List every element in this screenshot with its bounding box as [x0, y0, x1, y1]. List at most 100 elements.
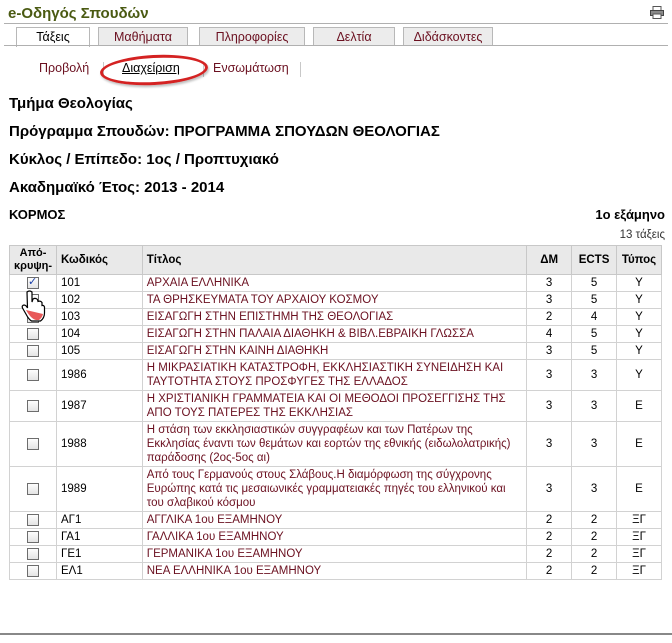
course-code: ΓΑ1 — [56, 528, 143, 546]
course-dm: 2 — [526, 562, 573, 580]
course-title: ΕΙΣΑΓΩΓΗ ΣΤΗΝ ΚΑΙΝΗ ΔΙΑΘΗΚΗ — [141, 342, 528, 360]
tab-information[interactable]: Πληροφορίες — [199, 27, 305, 46]
col-ects-header[interactable]: ECTS — [571, 245, 617, 275]
course-title-link[interactable]: Η ΧΡΙΣΤΙΑΝΙΚΗ ΓΡΑΜΜΑΤΕΙΑ ΚΑΙ ΟΙ ΜΕΘΟΔΟΙ … — [147, 393, 506, 419]
tab-courses[interactable]: Μαθήματα — [98, 27, 188, 46]
course-ects: 3 — [571, 466, 617, 512]
hide-checkbox-cell — [8, 545, 58, 563]
course-title-link[interactable]: ΕΙΣΑΓΩΓΗ ΣΤΗΝ ΚΑΙΝΗ ΔΙΑΘΗΚΗ — [147, 345, 329, 357]
col-dm-header[interactable]: ΔΜ — [526, 245, 573, 275]
course-title-link[interactable]: ΤΑ ΘΡΗΣΚΕΥΜΑΤΑ ΤΟΥ ΑΡΧΑΙΟΥ ΚΟΣΜΟΥ — [147, 294, 379, 306]
course-type: Υ — [616, 359, 662, 391]
course-type: ΞΓ — [616, 528, 662, 546]
col-hide-header: Από-κρυψη- — [8, 245, 58, 275]
course-title: Από τους Γερμανούς στους Σλάβους.Η διαμό… — [141, 466, 528, 512]
hide-checkbox-cell — [8, 342, 58, 360]
col-type-header[interactable]: Τύπος — [616, 245, 662, 275]
course-type: Ε — [616, 390, 662, 422]
section-title: ΚΟΡΜΟΣ — [9, 207, 66, 222]
course-code: ΑΓ1 — [56, 511, 143, 529]
course-title: ΑΓΓΛΙΚΑ 1ου ΕΞΑΜΗΝΟΥ — [141, 511, 528, 529]
course-ects: 2 — [571, 562, 617, 580]
tab-classes[interactable]: Τάξεις — [16, 27, 90, 47]
course-dm: 3 — [526, 390, 573, 422]
course-type: ΞΓ — [616, 562, 662, 580]
hide-checkbox-cell — [8, 421, 58, 467]
hide-checkbox[interactable] — [27, 437, 39, 450]
table-header-row: Από-κρυψη- Κωδικός Τίτλος ΔΜ ECTS Τύπος — [8, 245, 662, 275]
col-code-header[interactable]: Κωδικός — [56, 245, 143, 275]
cycle-heading: Κύκλος / Επίπεδο: 1ος / Προπτυχιακό — [9, 151, 279, 168]
course-ects: 2 — [571, 528, 617, 546]
course-code: 102 — [56, 291, 143, 309]
hide-checkbox[interactable] — [27, 564, 39, 577]
course-type: Υ — [616, 274, 662, 292]
hide-checkbox[interactable] — [27, 513, 39, 526]
hide-checkbox[interactable] — [27, 275, 39, 289]
table-row: ΓΑ1 ΓΑΛΛΙΚΑ 1ου ΕΞΑΜΗΝΟΥ 2 2 ΞΓ — [8, 528, 662, 546]
course-ects: 5 — [571, 291, 617, 309]
course-code: 1986 — [56, 359, 143, 391]
course-type: Υ — [616, 325, 662, 343]
table-row: ΓΕ1 ΓΕΡΜΑΝΙΚΑ 1ου ΕΞΑΜΗΝΟΥ 2 2 ΞΓ — [8, 545, 662, 563]
course-title: ΤΑ ΘΡΗΣΚΕΥΜΑΤΑ ΤΟΥ ΑΡΧΑΙΟΥ ΚΟΣΜΟΥ — [141, 291, 528, 309]
course-ects: 4 — [571, 308, 617, 326]
course-title-link[interactable]: ΓΑΛΛΙΚΑ 1ου ΕΞΑΜΗΝΟΥ — [147, 531, 284, 543]
tab-instructors[interactable]: Διδάσκοντες — [403, 27, 493, 46]
hide-checkbox[interactable] — [27, 327, 39, 340]
course-title-link[interactable]: ΓΕΡΜΑΝΙΚΑ 1ου ΕΞΑΜΗΝΟΥ — [147, 548, 303, 560]
table-row: 1986 Η ΜΙΚΡΑΣΙΑΤΙΚΗ ΚΑΤΑΣΤΡΟΦΗ, ΕΚΚΛΗΣΙΑΣ… — [8, 359, 662, 391]
course-ects: 5 — [571, 342, 617, 360]
printer-icon[interactable] — [650, 6, 664, 19]
hide-checkbox[interactable] — [27, 547, 39, 560]
course-title: ΑΡΧΑΙΑ ΕΛΛΗΝΙΚΑ — [141, 274, 528, 292]
table-row: 104 ΕΙΣΑΓΩΓΗ ΣΤΗΝ ΠΑΛΑΙΑ ΔΙΑΘΗΚΗ & ΒΙΒΛ.Ε… — [8, 325, 662, 343]
hide-checkbox[interactable] — [27, 482, 39, 495]
course-dm: 4 — [526, 325, 573, 343]
hide-checkbox-cell — [8, 562, 58, 580]
course-type: ΞΓ — [616, 545, 662, 563]
tabs-divider — [4, 45, 668, 46]
tab-bulletins[interactable]: Δελτία — [313, 27, 395, 46]
course-title-link[interactable]: ΝΕΑ ΕΛΛΗΝΙΚΑ 1ου ΕΞΑΜΗΝΟΥ — [147, 565, 321, 577]
course-title-link[interactable]: ΕΙΣΑΓΩΓΗ ΣΤΗΝ ΠΑΛΑΙΑ ΔΙΑΘΗΚΗ & ΒΙΒΛ.ΕΒΡΑ… — [147, 328, 474, 340]
hide-checkbox[interactable] — [27, 368, 39, 381]
course-code: 105 — [56, 342, 143, 360]
course-title-link[interactable]: Από τους Γερμανούς στους Σλάβους.Η διαμό… — [147, 469, 506, 509]
footer-divider — [0, 633, 672, 635]
course-title-link[interactable]: Η στάση των εκκλησιαστικών συγγραφέων κα… — [147, 424, 511, 464]
course-dm: 3 — [526, 421, 573, 467]
courses-table: Από-κρυψη- Κωδικός Τίτλος ΔΜ ECTS Τύπος … — [8, 245, 662, 580]
col-title-header[interactable]: Τίτλος — [141, 245, 528, 275]
class-count: 13 τάξεις — [619, 229, 665, 241]
course-code: 1987 — [56, 390, 143, 422]
subnav-separator — [300, 62, 301, 77]
table-row: 1988 Η στάση των εκκλησιαστικών συγγραφέω… — [8, 421, 662, 467]
subnav-view[interactable]: Προβολή — [39, 61, 89, 75]
course-title: ΓΕΡΜΑΝΙΚΑ 1ου ΕΞΑΜΗΝΟΥ — [141, 545, 528, 563]
course-type: Ε — [616, 421, 662, 467]
highlight-circle — [99, 52, 209, 88]
course-title-link[interactable]: Η ΜΙΚΡΑΣΙΑΤΙΚΗ ΚΑΤΑΣΤΡΟΦΗ, ΕΚΚΛΗΣΙΑΣΤΙΚΗ… — [147, 362, 503, 388]
hide-checkbox-cell — [8, 528, 58, 546]
table-row: 1989 Από τους Γερμανούς στους Σλάβους.Η δ… — [8, 466, 662, 512]
course-ects: 5 — [571, 274, 617, 292]
course-dm: 3 — [526, 291, 573, 309]
hide-checkbox[interactable] — [27, 344, 39, 357]
subnav-embed[interactable]: Ενσωμάτωση — [213, 61, 289, 75]
hide-checkbox-cell — [8, 359, 58, 391]
course-title: ΓΑΛΛΙΚΑ 1ου ΕΞΑΜΗΝΟΥ — [141, 528, 528, 546]
course-ects: 5 — [571, 325, 617, 343]
table-row: ΑΓ1 ΑΓΓΛΙΚΑ 1ου ΕΞΑΜΗΝΟΥ 2 2 ΞΓ — [8, 511, 662, 529]
course-title: ΝΕΑ ΕΛΛΗΝΙΚΑ 1ου ΕΞΑΜΗΝΟΥ — [141, 562, 528, 580]
course-title-link[interactable]: ΑΓΓΛΙΚΑ 1ου ΕΞΑΜΗΝΟΥ — [147, 514, 283, 526]
course-title-link[interactable]: ΑΡΧΑΙΑ ΕΛΛΗΝΙΚΑ — [147, 277, 249, 289]
course-title-link[interactable]: ΕΙΣΑΓΩΓΗ ΣΤΗΝ ΕΠΙΣΤΗΜΗ ΤΗΣ ΘΕΟΛΟΓΙΑΣ — [147, 311, 394, 323]
course-title: ΕΙΣΑΓΩΓΗ ΣΤΗΝ ΠΑΛΑΙΑ ΔΙΑΘΗΚΗ & ΒΙΒΛ.ΕΒΡΑ… — [141, 325, 528, 343]
course-dm: 3 — [526, 342, 573, 360]
course-type: Υ — [616, 291, 662, 309]
course-type: Υ — [616, 342, 662, 360]
hide-checkbox-cell — [8, 511, 58, 529]
hide-checkbox[interactable] — [27, 530, 39, 543]
hide-checkbox[interactable] — [27, 399, 39, 412]
